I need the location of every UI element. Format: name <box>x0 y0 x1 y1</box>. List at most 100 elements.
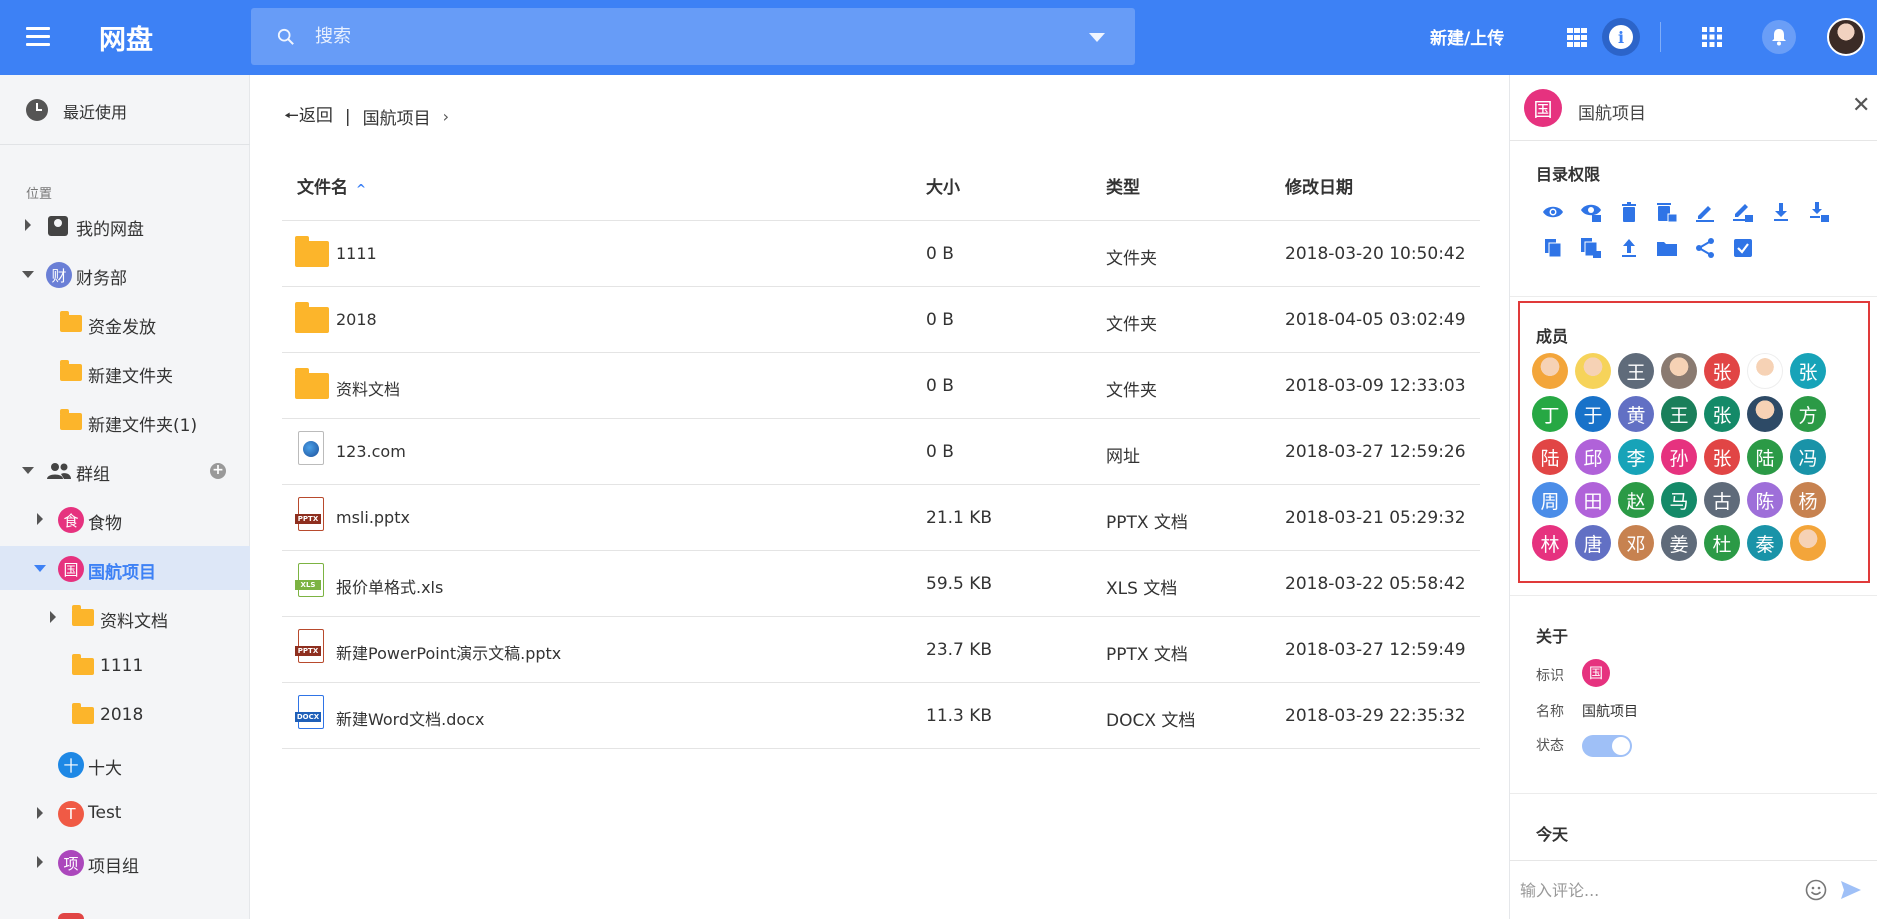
new-upload-button[interactable]: 新建/上传 <box>1430 24 1504 49</box>
tree-item-finance[interactable]: 财 财务部 <box>0 252 250 296</box>
tree-item-my-drive[interactable]: 我的网盘 <box>0 203 250 247</box>
member-avatar[interactable]: 秦 <box>1747 525 1783 561</box>
back-button[interactable]: 🠔返回 <box>284 101 333 132</box>
member-avatar[interactable]: 于 <box>1575 396 1611 432</box>
member-avatar[interactable]: 张 <box>1704 439 1740 475</box>
member-avatar[interactable]: 杜 <box>1704 525 1740 561</box>
member-avatar[interactable]: 邱 <box>1575 439 1611 475</box>
tree-item-groups[interactable]: 群组 + <box>0 448 250 492</box>
member-avatar[interactable]: 周 <box>1532 482 1568 518</box>
header-name[interactable]: 文件名 ^ <box>297 173 366 198</box>
emoji-icon[interactable] <box>1805 879 1827 901</box>
collapse-arrow-icon[interactable] <box>34 565 46 572</box>
member-avatar[interactable]: 丁 <box>1532 396 1568 432</box>
copy-icon[interactable] <box>1542 237 1564 259</box>
tree-item-folder[interactable]: 新建文件夹 <box>0 350 250 394</box>
tree-item-group[interactable]: 项 项目组 <box>0 840 250 884</box>
member-avatar[interactable]: 赵 <box>1618 482 1654 518</box>
member-photo-avatar[interactable] <box>1661 353 1697 389</box>
view-icon[interactable] <box>1542 201 1564 223</box>
search-options-dropdown-icon[interactable] <box>1089 33 1105 42</box>
member-avatar[interactable]: 冯 <box>1790 439 1826 475</box>
download-icon[interactable] <box>1770 201 1792 223</box>
close-icon[interactable]: ✕ <box>1852 93 1870 118</box>
member-photo-avatar[interactable] <box>1532 353 1568 389</box>
member-photo-avatar[interactable] <box>1747 396 1783 432</box>
search-bar[interactable] <box>251 8 1135 65</box>
tree-item-folder[interactable]: 2018 <box>0 693 250 737</box>
collapse-arrow-icon[interactable] <box>22 467 34 474</box>
header-type[interactable]: 类型 <box>1106 173 1140 198</box>
member-avatar[interactable]: 林 <box>1532 525 1568 561</box>
tree-item-group[interactable]: 十 十大 <box>0 742 250 786</box>
member-avatar[interactable]: 陆 <box>1747 439 1783 475</box>
tree-item-folder[interactable]: 新建文件夹(1) <box>0 399 250 443</box>
member-avatar[interactable]: 杨 <box>1790 482 1826 518</box>
notifications-button[interactable] <box>1762 20 1796 54</box>
header-size[interactable]: 大小 <box>926 173 960 198</box>
expand-arrow-icon[interactable] <box>50 611 56 623</box>
expand-arrow-icon[interactable] <box>37 856 43 868</box>
member-avatar[interactable]: 方 <box>1790 396 1826 432</box>
tree-item-group[interactable]: T Test <box>0 791 250 835</box>
member-photo-avatar[interactable] <box>1747 353 1783 389</box>
recent-nav-item[interactable]: 最近使用 <box>0 75 250 145</box>
upload-icon[interactable] <box>1618 237 1640 259</box>
table-row[interactable]: 123.com 0 B 网址 2018-03-27 12:59:26 <box>282 419 1480 485</box>
member-photo-avatar[interactable] <box>1790 525 1826 561</box>
share-icon[interactable] <box>1694 237 1716 259</box>
expand-arrow-icon[interactable] <box>25 219 31 231</box>
member-avatar[interactable]: 黄 <box>1618 396 1654 432</box>
member-avatar[interactable]: 古 <box>1704 482 1740 518</box>
folder-icon[interactable] <box>1656 237 1678 259</box>
tree-item-folder[interactable]: 1111 <box>0 644 250 688</box>
delete-icon[interactable] <box>1618 201 1640 223</box>
delete-all-icon[interactable] <box>1656 201 1678 223</box>
table-row[interactable]: 资料文档 0 B 文件夹 2018-03-09 12:33:03 <box>282 353 1480 419</box>
member-avatar[interactable]: 张 <box>1704 396 1740 432</box>
collapse-arrow-icon[interactable] <box>22 271 34 278</box>
member-avatar[interactable]: 陈 <box>1747 482 1783 518</box>
edit-icon[interactable] <box>1694 201 1716 223</box>
tree-item-folder[interactable]: 资金发放 <box>0 301 250 345</box>
table-row[interactable]: PPTX 新建PowerPoint演示文稿.pptx 23.7 KB PPTX 文档 2… <box>282 617 1480 683</box>
status-toggle[interactable] <box>1582 735 1632 757</box>
copy-all-icon[interactable] <box>1580 237 1602 259</box>
download-all-icon[interactable] <box>1808 201 1830 223</box>
add-group-icon[interactable]: + <box>210 463 226 479</box>
table-row[interactable]: 2018 0 B 文件夹 2018-04-05 03:02:49 <box>282 287 1480 353</box>
member-avatar[interactable]: 唐 <box>1575 525 1611 561</box>
member-avatar[interactable]: 张 <box>1790 353 1826 389</box>
member-avatar[interactable]: 陆 <box>1532 439 1568 475</box>
member-photo-avatar[interactable] <box>1575 353 1611 389</box>
info-button[interactable]: i <box>1602 18 1640 56</box>
view-all-icon[interactable] <box>1580 201 1602 223</box>
member-avatar[interactable]: 李 <box>1618 439 1654 475</box>
tree-item-group[interactable]: 食 食物 <box>0 497 250 541</box>
tree-item-group-selected[interactable]: 国 国航项目 <box>0 546 250 590</box>
member-avatar[interactable]: 张 <box>1704 353 1740 389</box>
header-date[interactable]: 修改日期 <box>1285 173 1353 198</box>
member-avatar[interactable]: 王 <box>1661 396 1697 432</box>
table-row[interactable]: PPTX msli.pptx 21.1 KB PPTX 文档 2018-03-21 05… <box>282 485 1480 551</box>
send-icon[interactable] <box>1840 879 1862 901</box>
member-avatar[interactable]: 孙 <box>1661 439 1697 475</box>
table-row[interactable]: DOCX 新建Word文档.docx 11.3 KB DOCX 文档 2018-03-2… <box>282 683 1480 749</box>
checkbox-icon[interactable] <box>1732 237 1754 259</box>
expand-arrow-icon[interactable] <box>37 513 43 525</box>
menu-icon[interactable] <box>26 27 50 47</box>
member-avatar[interactable]: 王 <box>1618 353 1654 389</box>
apps-icon[interactable] <box>1695 20 1729 54</box>
table-row[interactable]: XLS 报价单格式.xls 59.5 KB XLS 文档 2018-03-22 05:5… <box>282 551 1480 617</box>
table-row[interactable]: 1111 0 B 文件夹 2018-03-20 10:50:42 <box>282 221 1480 287</box>
member-avatar[interactable]: 邓 <box>1618 525 1654 561</box>
member-avatar[interactable]: 田 <box>1575 482 1611 518</box>
comment-input[interactable] <box>1520 873 1790 907</box>
member-avatar[interactable]: 姜 <box>1661 525 1697 561</box>
member-avatar[interactable]: 马 <box>1661 482 1697 518</box>
user-avatar[interactable] <box>1827 18 1865 56</box>
breadcrumb-current[interactable]: 国航项目 <box>363 104 431 129</box>
tree-item-folder[interactable]: 资料文档 <box>0 595 250 639</box>
expand-arrow-icon[interactable] <box>37 807 43 819</box>
edit-all-icon[interactable] <box>1732 201 1754 223</box>
